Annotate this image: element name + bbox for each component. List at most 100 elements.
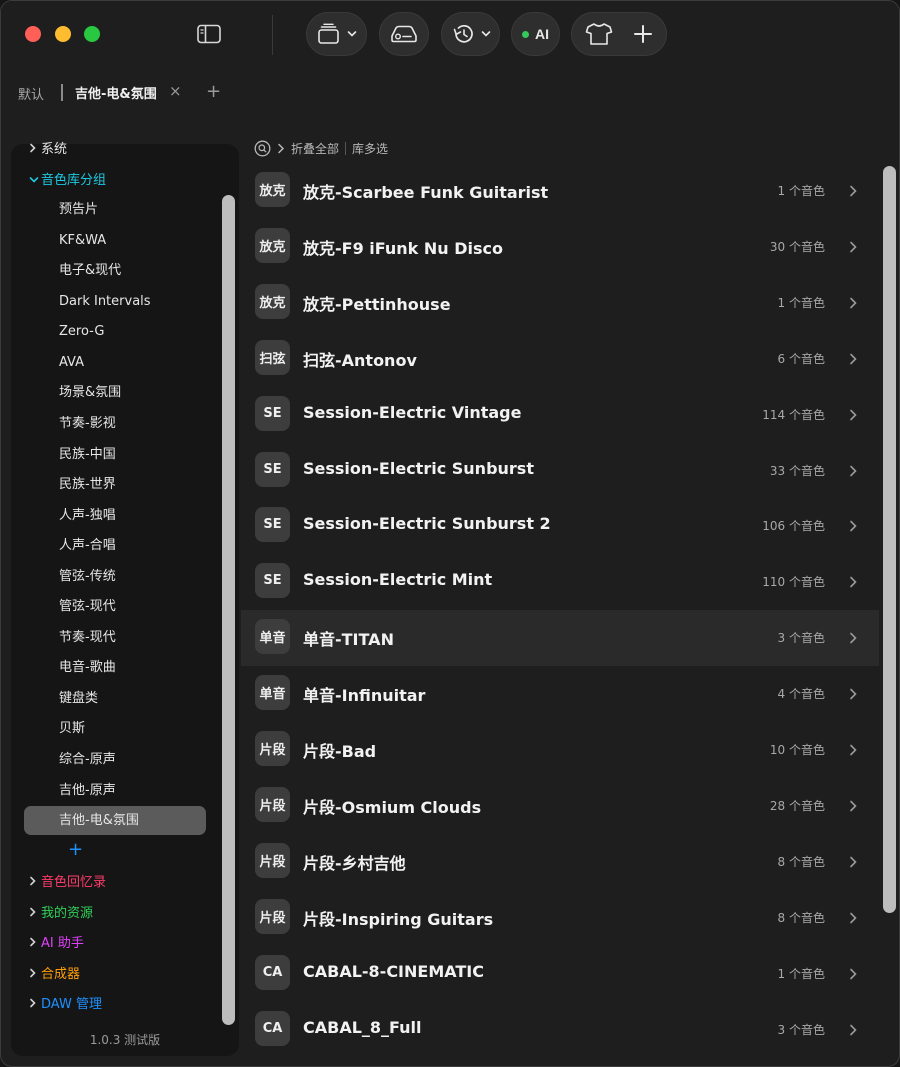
- library-badge: 片段: [255, 786, 290, 822]
- chevron-right-icon: [849, 517, 857, 532]
- library-badge: SE: [255, 395, 290, 431]
- sidebar-section-6[interactable]: DAW 管理: [29, 989, 102, 1019]
- sidebar-group-item[interactable]: 民族-中国: [59, 440, 116, 470]
- chevron-right-icon: [29, 898, 41, 928]
- sidebar-group-item[interactable]: 节奏-影视: [59, 409, 116, 439]
- library-preset-count: 114 个音色: [762, 407, 825, 422]
- chevron-right-icon: [849, 965, 857, 979]
- library-preset-count: 1 个音色: [777, 966, 825, 981]
- library-row[interactable]: 片段 片段-Bad 10 个音色: [241, 722, 879, 778]
- tab-close-icon[interactable]: ×: [169, 82, 182, 100]
- sidebar-group-item[interactable]: Zero-G: [59, 317, 104, 347]
- breadcrumb: 折叠全部 库多选: [254, 139, 388, 157]
- multi-select-button[interactable]: 库多选: [352, 140, 388, 157]
- library-row[interactable]: 扫弦 扫弦-Antonov 6 个音色: [241, 331, 879, 387]
- library-badge: SE: [255, 507, 290, 543]
- toolbar-divider: [272, 15, 273, 55]
- sidebar-section-label: 合成器: [41, 966, 81, 982]
- chevron-right-icon: [849, 629, 857, 644]
- sidebar-toggle-icon[interactable]: [197, 24, 221, 44]
- sidebar-group-item[interactable]: 电子&现代: [59, 256, 121, 286]
- library-name: CABAL-8-CINEMATIC: [303, 961, 484, 981]
- library-preset-count: 30 个音色: [769, 239, 825, 254]
- library-name: CABAL_8_Full: [303, 1017, 422, 1037]
- library-row[interactable]: 放克 放克-Pettinhouse 1 个音色: [241, 275, 879, 331]
- library-badge: 片段: [255, 898, 290, 934]
- tab-default[interactable]: 默认: [18, 84, 44, 103]
- sidebar-group-item[interactable]: AVA: [59, 348, 84, 378]
- library-row[interactable]: SE Session-Electric Sunburst 2 106 个音色: [241, 498, 879, 554]
- plus-icon[interactable]: [633, 24, 653, 44]
- library-badge: 片段: [255, 731, 290, 766]
- sidebar-group-item[interactable]: KF&WA: [59, 226, 106, 256]
- sidebar-scrollbar[interactable]: [222, 195, 235, 1025]
- device-button[interactable]: [379, 12, 429, 56]
- sidebar-group-item[interactable]: 键盘类: [59, 684, 98, 714]
- library-stack-button[interactable]: [306, 12, 367, 56]
- library-row[interactable]: 片段 片段-Osmium Clouds 28 个音色: [241, 778, 879, 834]
- zoom-window-button[interactable]: [84, 26, 100, 42]
- sidebar-group-item[interactable]: 场景&氛围: [59, 378, 121, 408]
- sidebar-group-item[interactable]: 人声-独唱: [59, 501, 116, 531]
- sidebar-group-item[interactable]: Dark Intervals: [59, 287, 151, 317]
- library-row[interactable]: SE Session-Electric Mint 110 个音色: [241, 554, 879, 610]
- sidebar-section-1[interactable]: 音色库分组: [29, 165, 106, 195]
- chevron-down-icon: [347, 31, 356, 37]
- sidebar-group-item[interactable]: 综合-原声: [59, 745, 116, 775]
- sidebar-group-item[interactable]: 节奏-现代: [59, 623, 116, 653]
- sidebar-group-item[interactable]: 民族-世界: [59, 470, 116, 500]
- chevron-down-icon: [481, 31, 490, 37]
- sidebar-group-item[interactable]: 吉他-原声: [59, 776, 116, 806]
- close-window-button[interactable]: [25, 26, 41, 42]
- chevron-right-icon: [849, 294, 857, 309]
- ai-button[interactable]: AI: [511, 12, 560, 56]
- collapse-all-button[interactable]: 折叠全部: [291, 140, 339, 157]
- library-badge: 放克: [255, 227, 290, 263]
- library-row[interactable]: SE Session-Electric Vintage 114 个音色: [241, 387, 879, 443]
- library-badge: CA: [255, 1010, 290, 1046]
- sidebar-group-item[interactable]: 管弦-传统: [59, 562, 116, 592]
- library-preset-count: 1 个音色: [777, 295, 825, 310]
- sidebar-group-item[interactable]: 预告片: [59, 195, 98, 225]
- sidebar-section-4[interactable]: AI 助手: [29, 928, 84, 958]
- sidebar-section-2[interactable]: 音色回忆录: [29, 867, 106, 897]
- library-badge: 单音: [255, 619, 290, 655]
- ai-status-dot: [522, 30, 529, 38]
- chevron-right-icon: [849, 182, 857, 197]
- tab-separator: [61, 84, 63, 101]
- sidebar-group-item[interactable]: 电音-歌曲: [59, 653, 116, 683]
- sidebar-group-item[interactable]: 人声-合唱: [59, 531, 116, 561]
- chevron-right-icon: [849, 741, 857, 756]
- library-name: Session-Electric Vintage: [303, 402, 522, 422]
- sidebar-group-item[interactable]: 管弦-现代: [59, 592, 116, 622]
- history-button[interactable]: [441, 12, 500, 56]
- library-row[interactable]: CA CABAL-8-CINEMATIC 1 个音色: [241, 946, 879, 1002]
- sidebar-group-item[interactable]: 吉他-电&氛围: [59, 806, 139, 836]
- library-row[interactable]: SE Session-Electric Sunburst 33 个音色: [241, 443, 879, 499]
- library-row[interactable]: 片段 片段-Inspiring Guitars 8 个音色: [241, 890, 879, 946]
- library-list-scrollbar[interactable]: [883, 166, 896, 913]
- search-icon[interactable]: [254, 140, 271, 157]
- sidebar-group-item[interactable]: 贝斯: [59, 714, 85, 744]
- chevron-right-icon: [29, 867, 41, 897]
- tab-active[interactable]: 吉他-电&氛围: [75, 83, 157, 102]
- sidebar-section-0[interactable]: 系统: [29, 134, 67, 164]
- sidebar-section-label: 音色库分组: [41, 172, 107, 188]
- tshirt-icon[interactable]: [585, 22, 613, 46]
- chevron-right-icon: [29, 989, 41, 1019]
- library-row[interactable]: 单音 单音-TITAN 3 个音色: [241, 610, 879, 667]
- library-preset-count: 3 个音色: [777, 1022, 825, 1037]
- library-row[interactable]: CA CABAL_8_Full 3 个音色: [241, 1002, 879, 1058]
- sidebar-section-3[interactable]: 我的资源: [29, 898, 93, 928]
- chevron-right-icon: [29, 959, 41, 989]
- add-group-icon[interactable]: +: [68, 839, 83, 860]
- library-badge: 片段: [255, 842, 290, 878]
- library-name: 单音-Infinuitar: [303, 686, 426, 706]
- sidebar-section-5[interactable]: 合成器: [29, 959, 80, 989]
- minimize-window-button[interactable]: [55, 26, 71, 42]
- add-tab-icon[interactable]: +: [206, 81, 221, 102]
- library-row[interactable]: 片段 片段-乡村吉他 8 个音色: [241, 834, 879, 890]
- library-row[interactable]: 放克 放克-F9 iFunk Nu Disco 30 个音色: [241, 219, 879, 275]
- library-row[interactable]: 放克 放克-Scarbee Funk Guitarist 1 个音色: [241, 163, 879, 219]
- library-row[interactable]: 单音 单音-Infinuitar 4 个音色: [241, 666, 879, 722]
